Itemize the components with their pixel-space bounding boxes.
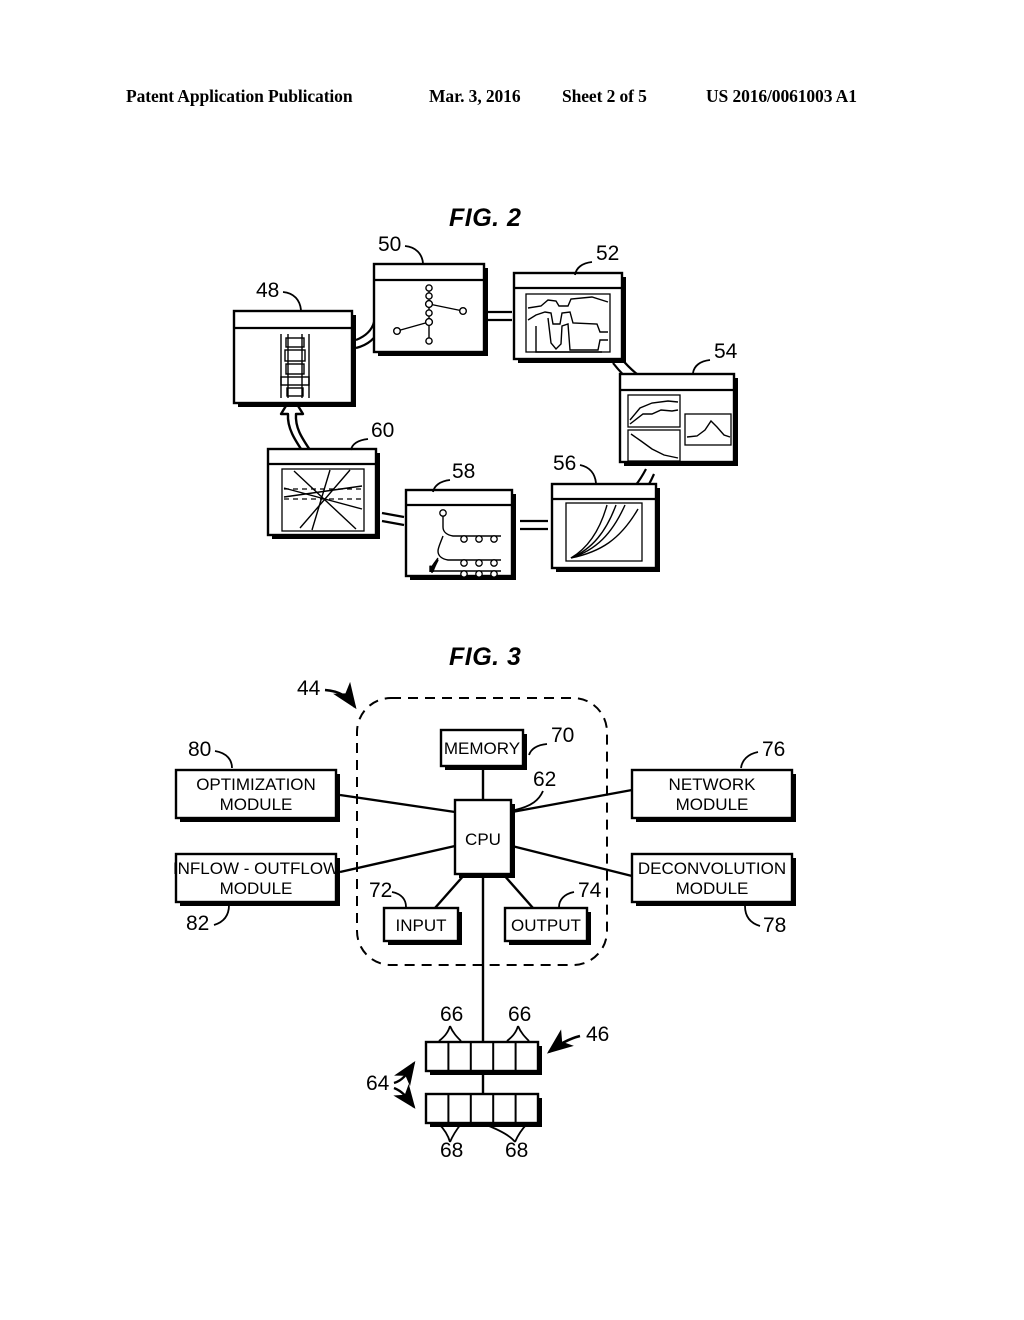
inflow-outflow-module-block: INFLOW - OUTFLOW MODULE [173,852,340,906]
optimization-module-label-line2: MODULE [220,795,293,814]
ref-numeral-66-left: 66 [440,1003,463,1026]
network-module-label-line2: MODULE [676,795,749,814]
ref-numeral-62: 62 [533,768,556,791]
ref-numeral-82: 82 [186,912,209,935]
ref-numeral-50: 50 [378,233,401,256]
cpu-block: CPU [453,798,515,878]
ref-numeral-68-right: 68 [505,1139,528,1162]
storage-bar-lower [424,1092,542,1127]
ref-numeral-72: 72 [369,879,392,902]
memory-block: MEMORY [439,728,527,770]
ref-numeral-56: 56 [553,452,576,475]
ref-numeral-78: 78 [763,914,786,937]
ref-numeral-48: 48 [256,279,279,302]
patent-drawing-canvas: 48 50 52 54 56 58 60 44 MEMORY 70 CPU 62… [173,233,796,1162]
ref-numeral-74: 74 [578,879,602,902]
ref-numeral-66-right: 66 [508,1003,531,1026]
ref-numeral-46: 46 [586,1023,609,1046]
figure-2-group: 48 50 52 54 56 58 60 [232,233,738,580]
network-module-label-line1: NETWORK [669,775,757,794]
memory-label: MEMORY [444,739,520,758]
output-label: OUTPUT [511,916,581,935]
network-module-block: NETWORK MODULE [630,768,796,822]
output-block: OUTPUT [503,906,591,945]
deconvolution-module-label-line1: DECONVOLUTION [638,859,786,878]
fig2-panel-60 [266,447,380,539]
storage-array-group: 46 64 66 66 68 68 [366,1003,609,1162]
fig2-panel-52 [512,271,626,363]
optimization-module-block: OPTIMIZATION MODULE [174,768,340,822]
fig2-panel-58 [404,488,516,580]
ref-numeral-52: 52 [596,242,619,265]
fig2-panel-54 [618,372,738,466]
inflow-outflow-module-label-line1: INFLOW - OUTFLOW [173,859,339,878]
ref-numeral-80: 80 [188,738,211,761]
storage-bar-upper [424,1040,542,1075]
ref-numeral-64: 64 [366,1072,390,1095]
ref-numeral-44: 44 [297,677,321,700]
optimization-module-label-line1: OPTIMIZATION [196,775,316,794]
cpu-label: CPU [465,830,501,849]
input-label: INPUT [396,916,447,935]
deconvolution-module-block: DECONVOLUTION MODULE [630,852,796,906]
figure-3-group: 44 MEMORY 70 CPU 62 INPUT 72 OUTPUT 74 O… [173,677,796,1162]
ref-numeral-54: 54 [714,340,738,363]
input-block: INPUT [382,906,462,945]
fig2-panel-56 [550,482,660,572]
ref-numeral-76: 76 [762,738,785,761]
fig2-panel-50 [372,262,488,356]
inflow-outflow-module-label-line2: MODULE [220,879,293,898]
deconvolution-module-label-line2: MODULE [676,879,749,898]
fig2-panel-48 [232,309,356,407]
ref-numeral-68-left: 68 [440,1139,463,1162]
ref-numeral-70: 70 [551,724,574,747]
ref-numeral-58: 58 [452,460,475,483]
ref-numeral-60: 60 [371,419,394,442]
